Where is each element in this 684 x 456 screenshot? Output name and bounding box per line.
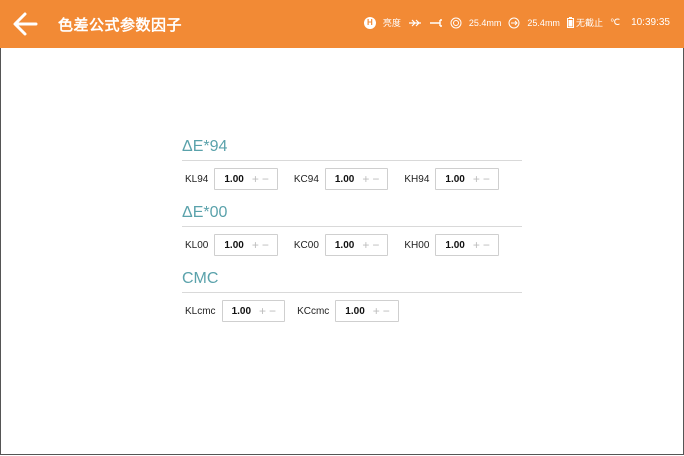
minus-icon[interactable]: − [262, 238, 272, 252]
minus-icon[interactable]: − [372, 238, 382, 252]
stepper-icons: +− [373, 304, 393, 318]
param-label: KH94 [404, 173, 430, 185]
param-value[interactable]: 1.00 [232, 306, 251, 317]
stepper-icons: +− [362, 238, 382, 252]
plus-icon[interactable]: + [473, 172, 483, 186]
param-value[interactable]: 1.00 [445, 174, 464, 185]
param-kc94: KC94 1.00 +− [294, 168, 389, 190]
minus-icon[interactable]: − [483, 172, 493, 186]
param-value[interactable]: 1.00 [345, 306, 364, 317]
param-value[interactable]: 1.00 [335, 240, 354, 251]
section-de94: ΔE*94 KL94 1.00 +− KC94 1.00 +− KH94 1.0… [182, 136, 522, 191]
section-de00: ΔE*00 KL00 1.00 +− KC00 1.00 +− KH00 1.0… [182, 202, 522, 257]
status-area: H 亮度 25.4mm 25.4mm 无截止 ℃ 10:39:35 [363, 16, 670, 29]
battery-status: 无截止 [566, 16, 603, 29]
clock-time: 10:39:35 [631, 17, 670, 28]
stepper-icons: +− [362, 172, 382, 186]
temperature-unit: ℃ [609, 17, 621, 27]
param-input[interactable]: 1.00 +− [435, 234, 499, 256]
section-title: CMC [182, 270, 219, 287]
param-input[interactable]: 1.00 +− [214, 168, 278, 190]
divider [182, 160, 522, 161]
param-input[interactable]: 1.00 +− [324, 234, 389, 256]
plus-icon[interactable]: + [252, 238, 262, 252]
plus-icon[interactable]: + [259, 304, 269, 318]
aperture-2-value: 25.4mm [527, 17, 560, 28]
param-value[interactable]: 1.00 [224, 174, 243, 185]
param-input[interactable]: 1.00 +− [324, 168, 389, 190]
param-value[interactable]: 1.00 [445, 240, 464, 251]
param-value[interactable]: 1.00 [224, 240, 243, 251]
top-bar: 色差公式参数因子 H 亮度 25.4mm 25.4mm 无截止 ℃ 10:39:… [0, 0, 684, 48]
stepper-icons: +− [473, 238, 493, 252]
param-kc00: KC00 1.00 +− [294, 234, 389, 256]
back-arrow-icon[interactable] [12, 11, 38, 37]
param-label: KC94 [293, 173, 319, 185]
param-label: KL94 [185, 173, 209, 185]
divider [182, 226, 522, 227]
parameter-panel: ΔE*94 KL94 1.00 +− KC94 1.00 +− KH94 1.0… [182, 136, 522, 323]
param-klcmc: KLcmc 1.00 +− [185, 300, 286, 322]
param-kccmc: KCcmc 1.00 +− [297, 300, 399, 322]
param-input[interactable]: 1.00 +− [435, 168, 499, 190]
param-input[interactable]: 1.00 +− [214, 234, 278, 256]
aperture-1-value: 25.4mm [468, 17, 502, 28]
stepper-icons: +− [473, 172, 493, 186]
plus-icon[interactable]: + [362, 172, 372, 186]
param-row: KL00 1.00 +− KC00 1.00 +− KH00 1.00 +− [182, 233, 522, 257]
plus-icon[interactable]: + [373, 304, 383, 318]
param-kh94: KH94 1.00 +− [404, 168, 499, 190]
minus-icon[interactable]: − [383, 304, 393, 318]
plus-icon[interactable]: + [252, 172, 262, 186]
minus-icon[interactable]: − [269, 304, 279, 318]
section-cmc: CMC KLcmc 1.00 +− KCcmc 1.00 +− [182, 268, 522, 323]
page-title: 色差公式参数因子 [58, 17, 183, 34]
battery-label: 无截止 [575, 18, 603, 28]
param-label: KCcmc [297, 305, 330, 317]
minus-icon[interactable]: − [483, 238, 493, 252]
param-label: KL00 [185, 239, 209, 251]
section-title: ΔE*00 [182, 204, 228, 221]
param-label: KH00 [404, 239, 430, 251]
param-row: KL94 1.00 +− KC94 1.00 +− KH94 1.00 +− [182, 167, 522, 191]
section-title: ΔE*94 [182, 138, 228, 155]
param-input[interactable]: 1.00 +− [335, 300, 399, 322]
stepper-icons: +− [252, 238, 272, 252]
param-row: KLcmc 1.00 +− KCcmc 1.00 +− [182, 299, 522, 323]
param-label: KC00 [293, 239, 319, 251]
stepper-icons: +− [259, 304, 279, 318]
mode-badge-icon: H [363, 16, 376, 29]
minus-icon[interactable]: − [262, 172, 272, 186]
battery-icon [566, 17, 574, 28]
param-kh00: KH00 1.00 +− [404, 234, 499, 256]
param-value[interactable]: 1.00 [335, 174, 354, 185]
param-input[interactable]: 1.00 +− [221, 300, 286, 322]
divider [182, 292, 522, 293]
plus-icon[interactable]: + [362, 238, 372, 252]
usb-icon [429, 18, 442, 27]
stepper-icons: +− [252, 172, 272, 186]
param-kl00: KL00 1.00 +− [185, 234, 278, 256]
minus-icon[interactable]: − [372, 172, 382, 186]
aperture-target-icon [508, 17, 520, 29]
light-source-icon [408, 19, 421, 26]
mode-label: 亮度 [382, 18, 401, 28]
plus-icon[interactable]: + [473, 238, 483, 252]
param-label: KLcmc [185, 305, 216, 317]
aperture-icon [450, 17, 462, 29]
param-kl94: KL94 1.00 +− [185, 168, 278, 190]
